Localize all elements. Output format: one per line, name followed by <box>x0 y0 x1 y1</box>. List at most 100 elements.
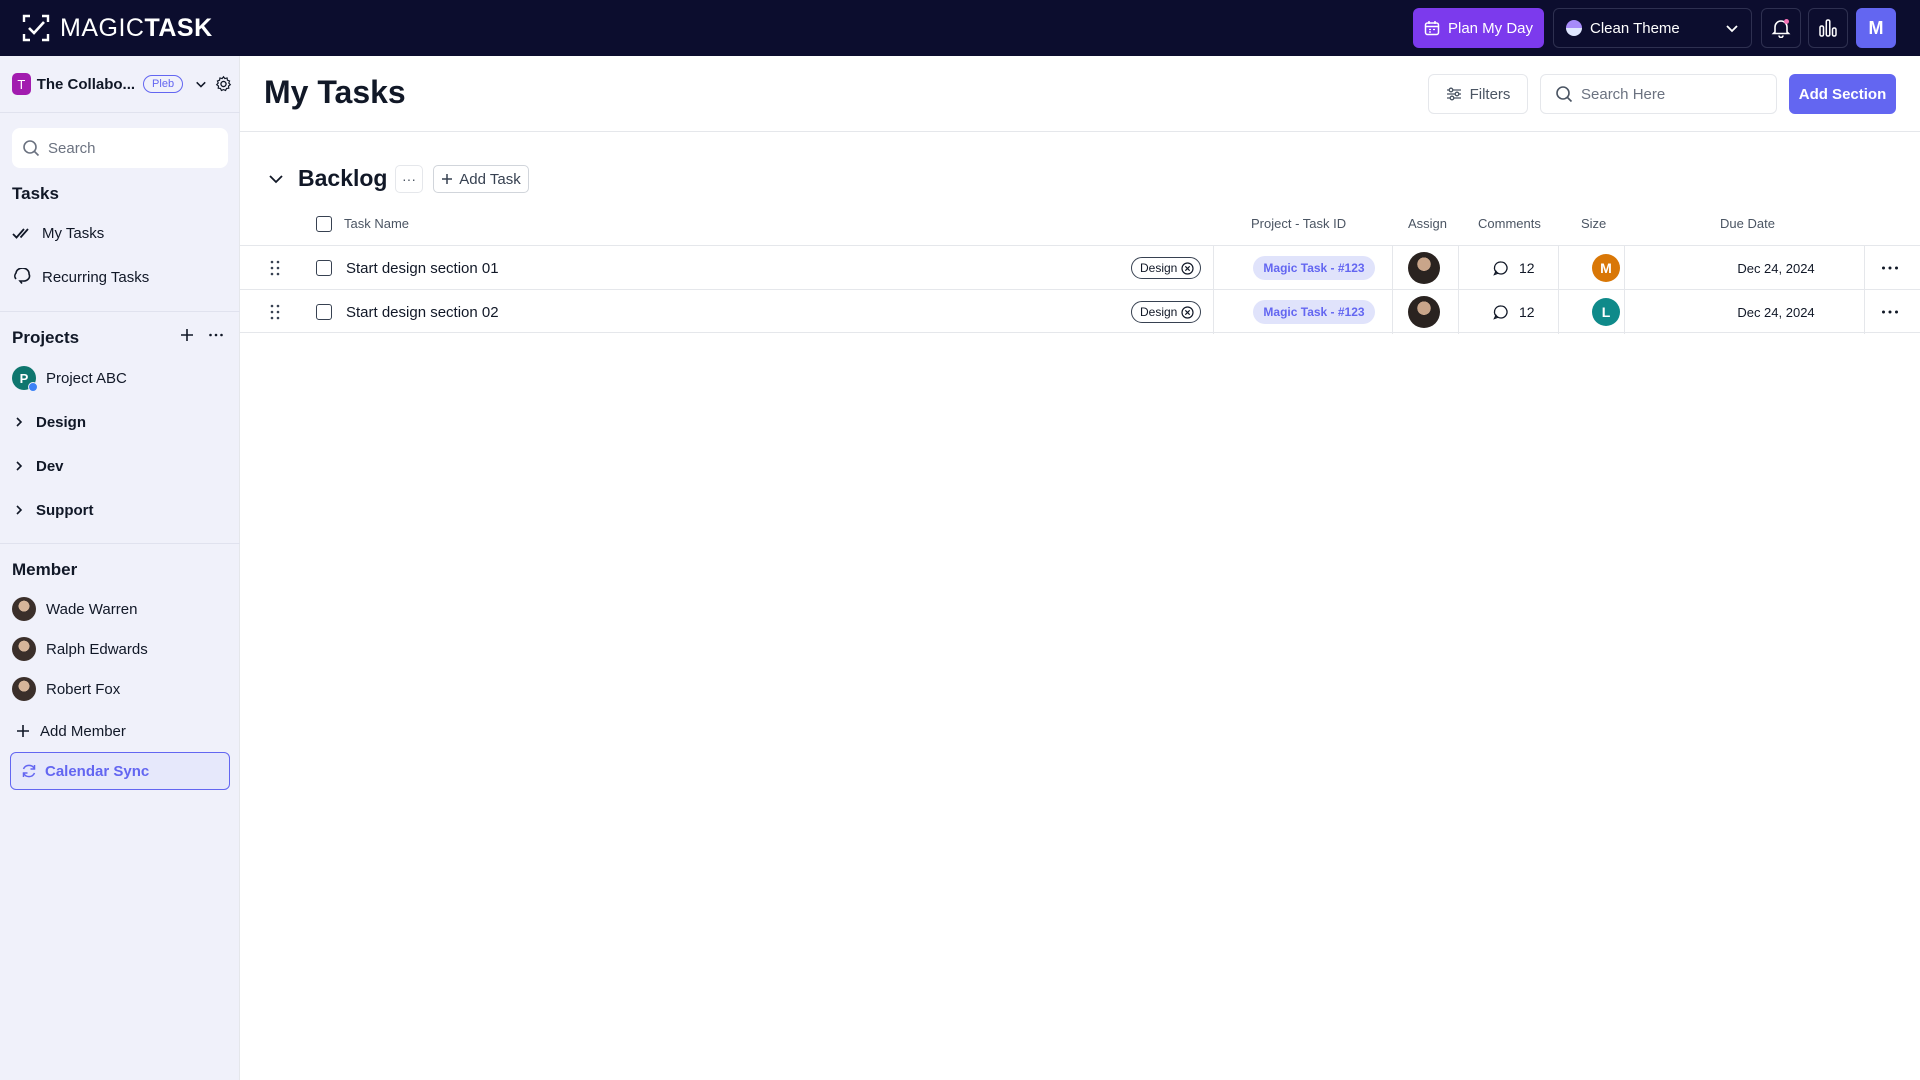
table-row[interactable]: Start design section 01 Design Magic Tas… <box>240 245 1920 290</box>
row-more-button[interactable] <box>1870 246 1910 290</box>
sidebar-item-label: Dev <box>36 457 64 475</box>
chevron-right-icon <box>16 417 23 427</box>
notifications-button[interactable] <box>1761 8 1801 48</box>
column-header-project-task-id[interactable]: Project - Task ID <box>1251 216 1346 231</box>
column-header-comments[interactable]: Comments <box>1478 216 1541 231</box>
drag-handle[interactable] <box>270 290 280 334</box>
sidebar-item-project-abc[interactable]: P Project ABC <box>12 366 127 392</box>
due-date[interactable]: Dec 24, 2024 <box>1670 290 1882 334</box>
row-checkbox-cell <box>316 290 332 334</box>
row-checkbox[interactable] <box>316 304 332 320</box>
size-cell: M <box>1578 246 1634 290</box>
app-logo[interactable]: MAGICTASK <box>22 13 213 43</box>
sidebar-item-design[interactable]: Design <box>12 410 86 434</box>
search-placeholder: Search Here <box>1581 85 1666 103</box>
comments-cell[interactable]: 12 <box>1493 246 1535 290</box>
add-section-button[interactable]: Add Section <box>1789 74 1896 114</box>
sidebar-item-recurring-tasks[interactable]: Recurring Tasks <box>12 265 149 289</box>
top-bar: MAGICTASK Plan My Day Clean Theme M <box>0 0 1920 56</box>
comment-count: 12 <box>1519 260 1535 276</box>
plus-icon[interactable] <box>180 328 194 342</box>
projects-actions <box>180 328 224 342</box>
workspace-badge: T <box>12 73 31 95</box>
project-task-id-pill[interactable]: Magic Task - #123 <box>1253 256 1375 280</box>
search-input[interactable]: Search Here <box>1540 74 1777 114</box>
calendar-sync-label: Calendar Sync <box>45 762 150 780</box>
drag-handle-icon <box>270 260 280 276</box>
add-task-label: Add Task <box>459 170 521 188</box>
project-cell: Magic Task - #123 <box>1240 246 1388 290</box>
plan-my-day-button[interactable]: Plan My Day <box>1413 8 1544 48</box>
theme-select[interactable]: Clean Theme <box>1553 8 1752 48</box>
size-badge[interactable]: L <box>1592 298 1620 326</box>
tag-label: Design <box>1140 261 1178 275</box>
close-circle-icon[interactable] <box>1181 261 1194 275</box>
filters-button[interactable]: Filters <box>1428 74 1528 114</box>
sidebar-item-support[interactable]: Support <box>12 498 94 522</box>
member-section-title: Member <box>12 560 78 579</box>
column-divider <box>1624 290 1625 334</box>
analytics-button[interactable] <box>1808 8 1848 48</box>
calendar-sync-button[interactable]: Calendar Sync <box>10 752 230 790</box>
add-member-label: Add Member <box>40 722 126 740</box>
plan-my-day-label: Plan My Day <box>1447 19 1534 37</box>
plus-icon <box>17 725 29 737</box>
tag-pill[interactable]: Design <box>1131 301 1202 323</box>
add-task-button[interactable]: Add Task <box>433 165 529 193</box>
plan-badge: Pleb <box>143 75 184 93</box>
sidebar-divider <box>0 543 240 544</box>
sidebar-item-label: Design <box>36 413 87 431</box>
repeat-icon <box>14 268 31 284</box>
workspace-switcher[interactable]: T The Collabo... Pleb <box>12 72 232 96</box>
more-horizontal-icon[interactable] <box>208 328 224 342</box>
column-header-size[interactable]: Size <box>1581 216 1606 231</box>
column-divider <box>1458 290 1459 334</box>
column-divider <box>1558 246 1559 290</box>
drag-handle[interactable] <box>270 246 280 290</box>
task-name[interactable]: Start design section 01 <box>346 246 499 290</box>
sidebar-search-input[interactable]: Search <box>12 128 228 168</box>
section-title: Backlog <box>298 165 388 191</box>
assignee-avatar[interactable] <box>1408 296 1440 328</box>
size-badge[interactable]: M <box>1592 254 1620 282</box>
close-circle-icon[interactable] <box>1181 305 1194 319</box>
column-divider <box>1458 246 1459 290</box>
projects-section-title: Projects <box>12 328 80 347</box>
table-row[interactable]: Start design section 02 Design Magic Tas… <box>240 289 1920 334</box>
project-task-id-pill[interactable]: Magic Task - #123 <box>1253 300 1375 324</box>
sidebar-item-label: My Tasks <box>42 224 105 242</box>
task-name[interactable]: Start design section 02 <box>346 290 499 334</box>
comments-cell[interactable]: 12 <box>1493 290 1535 334</box>
sidebar-item-label: Support <box>36 501 94 519</box>
chevron-down-icon[interactable] <box>195 77 207 91</box>
assign-cell <box>1392 246 1456 290</box>
sidebar-item-my-tasks[interactable]: My Tasks <box>12 221 104 245</box>
column-divider <box>1864 290 1865 334</box>
select-all-checkbox[interactable] <box>316 216 332 232</box>
column-divider <box>1864 246 1865 290</box>
column-header-assign[interactable]: Assign <box>1408 216 1447 231</box>
column-header-task-name[interactable]: Task Name <box>344 216 409 231</box>
row-checkbox[interactable] <box>316 260 332 276</box>
user-avatar[interactable]: M <box>1856 8 1896 48</box>
add-member-button[interactable]: Add Member <box>16 719 126 743</box>
column-header-due-date[interactable]: Due Date <box>1720 216 1775 231</box>
collapse-chevron-icon[interactable] <box>268 171 284 187</box>
member-item[interactable]: Robert Fox <box>12 677 120 701</box>
gear-icon[interactable] <box>215 74 232 94</box>
sliders-icon <box>1446 87 1461 101</box>
section-more-button[interactable]: ··· <box>395 165 423 193</box>
member-item[interactable]: Wade Warren <box>12 597 137 621</box>
avatar <box>12 677 36 701</box>
sidebar-item-dev[interactable]: Dev <box>12 454 64 478</box>
assignee-avatar[interactable] <box>1408 252 1440 284</box>
member-name: Wade Warren <box>46 600 138 618</box>
sidebar-item-label: Recurring Tasks <box>42 268 150 286</box>
column-divider <box>1213 290 1214 334</box>
row-more-button[interactable] <box>1870 290 1910 334</box>
bell-icon <box>1771 19 1791 38</box>
member-item[interactable]: Ralph Edwards <box>12 637 148 661</box>
due-date[interactable]: Dec 24, 2024 <box>1670 246 1882 290</box>
tag-pill[interactable]: Design <box>1131 257 1202 279</box>
column-divider <box>1558 290 1559 334</box>
